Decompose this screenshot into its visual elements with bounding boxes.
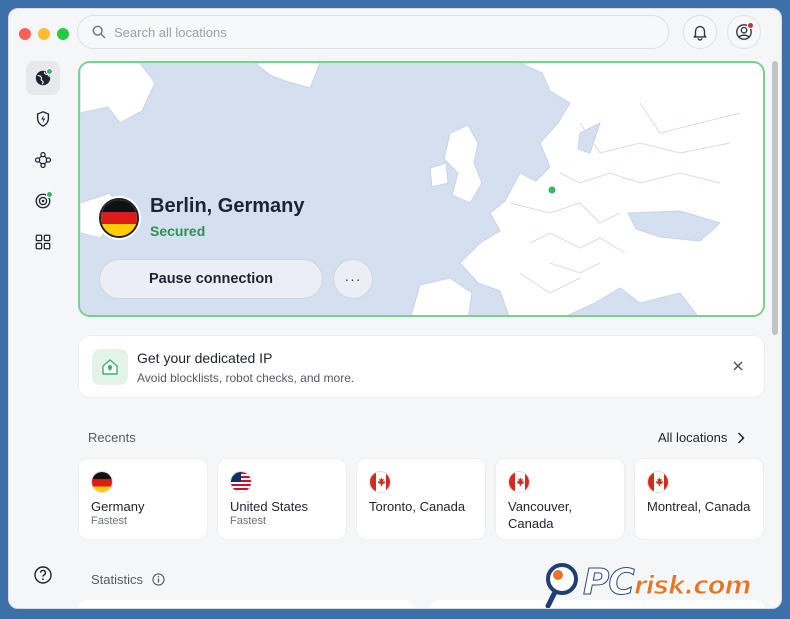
bell-icon [693, 25, 707, 41]
recent-location-card[interactable]: Germany Fastest [78, 458, 208, 540]
recent-location-card[interactable]: United States Fastest [217, 458, 347, 540]
dedicated-ip-banner[interactable]: Get your dedicated IP Avoid blocklists, … [78, 335, 765, 398]
app-window: Berlin, Germany Secured Pause connection… [8, 8, 782, 609]
info-icon[interactable] [152, 573, 165, 586]
canada-flag-icon [508, 471, 530, 493]
magnifier-logo-icon [545, 563, 578, 608]
statistics-card [78, 600, 414, 608]
help-button[interactable] [26, 558, 60, 592]
germany-flag-icon [91, 471, 113, 493]
account-button[interactable] [727, 15, 761, 49]
germany-flag-icon [99, 198, 139, 238]
all-locations-link[interactable]: All locations [658, 430, 745, 445]
more-options-button[interactable]: ··· [333, 259, 373, 299]
minimize-window-button[interactable] [38, 28, 50, 40]
status-badge [46, 191, 53, 198]
sidebar [26, 61, 60, 266]
recents-list: Germany Fastest United States Fastest To… [78, 458, 764, 540]
recent-location-card[interactable]: Montreal, Canada [634, 458, 764, 540]
search-icon [92, 25, 106, 39]
sidebar-item-locations[interactable] [26, 61, 60, 95]
promo-title: Get your dedicated IP [137, 350, 273, 366]
grid-icon [35, 234, 51, 250]
connection-map[interactable]: Berlin, Germany Secured Pause connection… [78, 61, 765, 317]
recents-heading: Recents [88, 430, 136, 445]
canada-flag-icon [647, 471, 669, 493]
recent-location-name: Vancouver, Canada [508, 499, 573, 531]
close-promo-button[interactable] [728, 356, 748, 376]
sidebar-item-threat-protection[interactable] [26, 184, 60, 218]
help-icon [34, 566, 52, 584]
statistics-label: Statistics [91, 572, 144, 587]
recent-location-name: United States [230, 499, 309, 514]
statistics-heading: Statistics [91, 572, 165, 587]
search-bar[interactable] [77, 15, 669, 49]
sidebar-item-protection[interactable] [26, 102, 60, 136]
shield-bolt-icon [36, 111, 50, 127]
close-icon [733, 361, 743, 371]
search-input[interactable] [114, 24, 634, 40]
recent-location-card[interactable]: Vancouver, Canada [495, 458, 625, 540]
nodes-icon [34, 151, 52, 169]
close-window-button[interactable] [19, 28, 31, 40]
notifications-button[interactable] [683, 15, 717, 49]
account-badge [747, 22, 754, 29]
pause-connection-button[interactable]: Pause connection [99, 259, 323, 299]
recent-location-name: Toronto, Canada [369, 499, 466, 514]
window-controls [19, 28, 69, 40]
zoom-window-button[interactable] [57, 28, 69, 40]
recent-location-name: Montreal, Canada [647, 499, 751, 514]
house-pin-icon [92, 349, 128, 385]
recent-location-card[interactable]: Toronto, Canada [356, 458, 486, 540]
scrollbar[interactable] [772, 61, 778, 335]
canada-flag-icon [369, 471, 391, 493]
chevron-right-icon [738, 431, 745, 444]
recent-location-sub: Fastest [91, 515, 128, 527]
connected-city: Berlin, Germany [150, 195, 305, 217]
watermark-text: PCrisk.com [583, 562, 753, 604]
usa-flag-icon [230, 471, 252, 493]
status-badge [46, 68, 53, 75]
recent-location-name: Germany [91, 499, 145, 514]
promo-subtitle: Avoid blocklists, robot checks, and more… [137, 371, 355, 385]
sidebar-item-apps[interactable] [26, 225, 60, 259]
recent-location-sub: Fastest [230, 515, 267, 527]
connection-status: Secured [150, 223, 206, 239]
sidebar-item-meshnet[interactable] [26, 143, 60, 177]
pcrisk-watermark: PCrisk.com [543, 560, 783, 612]
all-locations-label: All locations [658, 430, 728, 445]
